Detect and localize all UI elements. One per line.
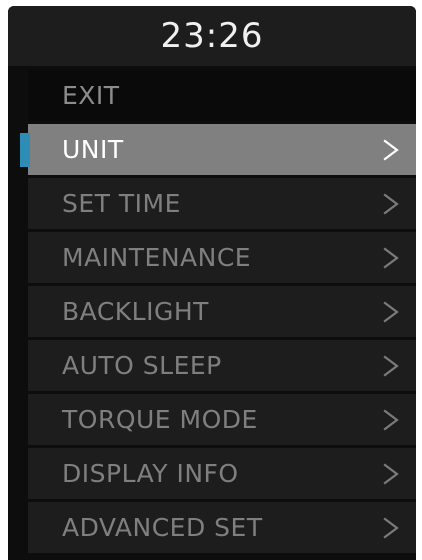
menu-item-label: EXIT bbox=[62, 81, 120, 110]
menu-item-torque-mode[interactable]: TORQUE MODE bbox=[28, 394, 416, 445]
menu-item-display-info[interactable]: DISPLAY INFO bbox=[28, 448, 416, 499]
chevron-right-icon bbox=[383, 463, 399, 485]
menu-item-backlight[interactable]: BACKLIGHT bbox=[28, 286, 416, 337]
menu-item-exit[interactable]: EXIT bbox=[28, 70, 416, 121]
menu-item-label: ADVANCED SET bbox=[62, 513, 263, 542]
menu-item-label: MAINTENANCE bbox=[62, 243, 252, 272]
device-screen: 23:26 EXIT UNIT SET TIME MAINTENANCE BAC… bbox=[8, 6, 416, 560]
chevron-right-icon bbox=[383, 247, 399, 269]
settings-menu: EXIT UNIT SET TIME MAINTENANCE BACKLIGHT… bbox=[20, 70, 416, 556]
chevron-right-icon bbox=[383, 193, 399, 215]
menu-item-label: DISPLAY INFO bbox=[62, 459, 239, 488]
menu-item-label: TORQUE MODE bbox=[62, 405, 258, 434]
chevron-right-icon bbox=[383, 301, 399, 323]
menu-item-auto-sleep[interactable]: AUTO SLEEP bbox=[28, 340, 416, 391]
menu-item-label: SET TIME bbox=[62, 189, 181, 218]
menu-item-maintenance[interactable]: MAINTENANCE bbox=[28, 232, 416, 283]
chevron-right-icon bbox=[383, 139, 399, 161]
menu-item-advanced-set[interactable]: ADVANCED SET bbox=[28, 502, 416, 553]
chevron-right-icon bbox=[383, 517, 399, 539]
chevron-right-icon bbox=[383, 409, 399, 431]
menu-item-label: AUTO SLEEP bbox=[62, 351, 222, 380]
menu-item-set-time[interactable]: SET TIME bbox=[28, 178, 416, 229]
menu-item-unit[interactable]: UNIT bbox=[20, 124, 416, 175]
chevron-right-icon bbox=[383, 355, 399, 377]
menu-item-label: UNIT bbox=[62, 135, 124, 164]
clock-display: 23:26 bbox=[8, 6, 416, 66]
selection-marker bbox=[20, 133, 30, 167]
menu-item-label: BACKLIGHT bbox=[62, 297, 209, 326]
